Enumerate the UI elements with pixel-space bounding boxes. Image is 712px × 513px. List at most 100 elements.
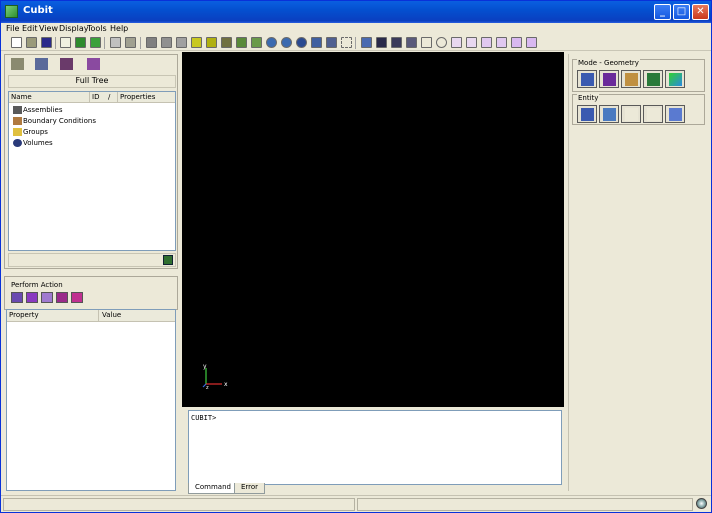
view-cube-back-icon[interactable] bbox=[221, 37, 232, 48]
full-tree-label: Full Tree bbox=[8, 75, 176, 88]
mesh-tab-icon[interactable] bbox=[60, 58, 73, 70]
toolbar-separator bbox=[355, 37, 356, 49]
perform-action-label: Perform Action bbox=[11, 281, 63, 289]
view-cube-persp-icon[interactable] bbox=[251, 37, 262, 48]
menu-view[interactable]: View bbox=[39, 24, 58, 33]
prop-col-value[interactable]: Value bbox=[102, 311, 121, 319]
fit-icon[interactable] bbox=[311, 37, 322, 48]
mesh-mode-icon bbox=[603, 73, 616, 86]
view-cube-right-icon[interactable] bbox=[191, 37, 202, 48]
geometry-mode-button[interactable] bbox=[577, 70, 597, 88]
tree-item-volumes[interactable]: Volumes bbox=[13, 139, 53, 149]
tree-tab-icon[interactable] bbox=[11, 58, 24, 70]
maximize-button[interactable]: □ bbox=[673, 4, 690, 20]
bc-mode-icon bbox=[625, 73, 638, 86]
title-bar[interactable]: Cubit _ □ ✕ bbox=[1, 1, 711, 23]
status-globe-icon[interactable] bbox=[696, 498, 707, 509]
cubit-window: Cubit _ □ ✕ File Edit View Display Tools… bbox=[0, 0, 712, 513]
tree-col-properties[interactable]: Properties bbox=[120, 93, 155, 101]
status-bar bbox=[1, 495, 711, 512]
view-cube-top-icon[interactable] bbox=[176, 37, 187, 48]
group-icon bbox=[13, 128, 22, 136]
bc-mode-button[interactable] bbox=[621, 70, 641, 88]
zoom-out-icon[interactable] bbox=[281, 37, 292, 48]
command-input[interactable]: CUBIT> bbox=[188, 410, 562, 485]
vertex-entity-icon bbox=[647, 108, 660, 121]
toolbar-separator bbox=[55, 37, 56, 49]
action-mesh-icon[interactable] bbox=[41, 292, 53, 303]
render-wire-icon[interactable] bbox=[391, 37, 402, 48]
model-tree-panel: Full Tree Name ID / Properties Assemblie… bbox=[4, 54, 178, 269]
menu-edit[interactable]: Edit bbox=[22, 24, 38, 33]
pause-icon[interactable] bbox=[90, 37, 101, 48]
rotate-icon[interactable] bbox=[296, 37, 307, 48]
volume-entity-button[interactable] bbox=[577, 105, 597, 123]
vertex-entity-button[interactable] bbox=[643, 105, 663, 123]
open-file-icon[interactable] bbox=[26, 37, 37, 48]
tree-col-sort: / bbox=[108, 93, 111, 101]
menu-file[interactable]: File bbox=[6, 24, 19, 33]
volume-entity-icon bbox=[581, 108, 594, 121]
render-surface-icon[interactable] bbox=[406, 37, 417, 48]
tab-error[interactable]: Error bbox=[234, 483, 266, 494]
tree-col-id[interactable]: ID bbox=[92, 93, 99, 101]
surface-entity-button[interactable] bbox=[599, 105, 619, 123]
render-hidden-icon[interactable] bbox=[361, 37, 372, 48]
menu-display[interactable]: Display bbox=[59, 24, 89, 33]
minimize-button[interactable]: _ bbox=[654, 4, 671, 20]
play-icon[interactable] bbox=[75, 37, 86, 48]
axis-triad: y x z bbox=[202, 363, 228, 391]
view-cube-iso-icon[interactable] bbox=[146, 37, 157, 48]
property-table[interactable]: Property Value bbox=[6, 309, 176, 491]
tree-item-groups[interactable]: Groups bbox=[13, 128, 48, 138]
render-shaded-icon[interactable] bbox=[376, 37, 387, 48]
tree-item-assemblies[interactable]: Assemblies bbox=[13, 106, 63, 116]
mesh-mode-button[interactable] bbox=[599, 70, 619, 88]
prop-col-property[interactable]: Property bbox=[9, 311, 39, 319]
pick-plus-icon[interactable] bbox=[526, 37, 537, 48]
new-file-icon[interactable] bbox=[11, 37, 22, 48]
undo-icon[interactable] bbox=[125, 37, 136, 48]
tree-refresh-icon[interactable] bbox=[163, 255, 173, 265]
pick-star-icon[interactable] bbox=[511, 37, 522, 48]
action-grid-icon[interactable] bbox=[56, 292, 68, 303]
view-cube-front-icon[interactable] bbox=[161, 37, 172, 48]
volume-tab-icon[interactable] bbox=[35, 58, 48, 70]
pick-line-icon[interactable] bbox=[421, 37, 432, 48]
tree-item-label: Groups bbox=[23, 128, 48, 136]
tree-item-boundary-conditions[interactable]: Boundary Conditions bbox=[13, 117, 96, 127]
action-delete-icon[interactable] bbox=[71, 292, 83, 303]
volume-icon bbox=[13, 139, 22, 147]
pick-cross-icon[interactable] bbox=[451, 37, 462, 48]
export-mode-button[interactable] bbox=[643, 70, 663, 88]
z-axis-label: z bbox=[206, 385, 209, 391]
zoom-window-icon[interactable] bbox=[326, 37, 337, 48]
body-entity-button[interactable] bbox=[665, 105, 685, 123]
tree-item-label: Volumes bbox=[23, 139, 53, 147]
pick-box-icon[interactable] bbox=[481, 37, 492, 48]
menu-help[interactable]: Help bbox=[110, 24, 128, 33]
journal-icon[interactable] bbox=[60, 37, 71, 48]
action-pencil-icon[interactable] bbox=[26, 292, 38, 303]
column-separator bbox=[98, 310, 99, 322]
pick-point-icon[interactable] bbox=[436, 37, 447, 48]
view-cube-left-icon[interactable] bbox=[206, 37, 217, 48]
graphics-viewport[interactable]: y x z bbox=[182, 52, 564, 407]
pick-tri-icon[interactable] bbox=[496, 37, 507, 48]
model-tree[interactable]: Name ID / Properties Assemblies Boundary… bbox=[8, 91, 176, 251]
close-button[interactable]: ✕ bbox=[692, 4, 709, 20]
analysis-mode-button[interactable] bbox=[665, 70, 685, 88]
action-chart-icon[interactable] bbox=[11, 292, 23, 303]
tab-command[interactable]: Command bbox=[188, 483, 238, 494]
column-separator bbox=[89, 92, 90, 103]
tree-col-name[interactable]: Name bbox=[11, 93, 32, 101]
zoom-in-icon[interactable] bbox=[266, 37, 277, 48]
curve-entity-button[interactable] bbox=[621, 105, 641, 123]
select-box-icon[interactable] bbox=[341, 37, 352, 48]
view-cube-bottom-icon[interactable] bbox=[236, 37, 247, 48]
pin-tab-icon[interactable] bbox=[87, 58, 100, 70]
save-icon[interactable] bbox=[41, 37, 52, 48]
pick-horizontal-icon[interactable] bbox=[466, 37, 477, 48]
flag-icon[interactable] bbox=[110, 37, 121, 48]
menu-tools[interactable]: Tools bbox=[87, 24, 107, 33]
